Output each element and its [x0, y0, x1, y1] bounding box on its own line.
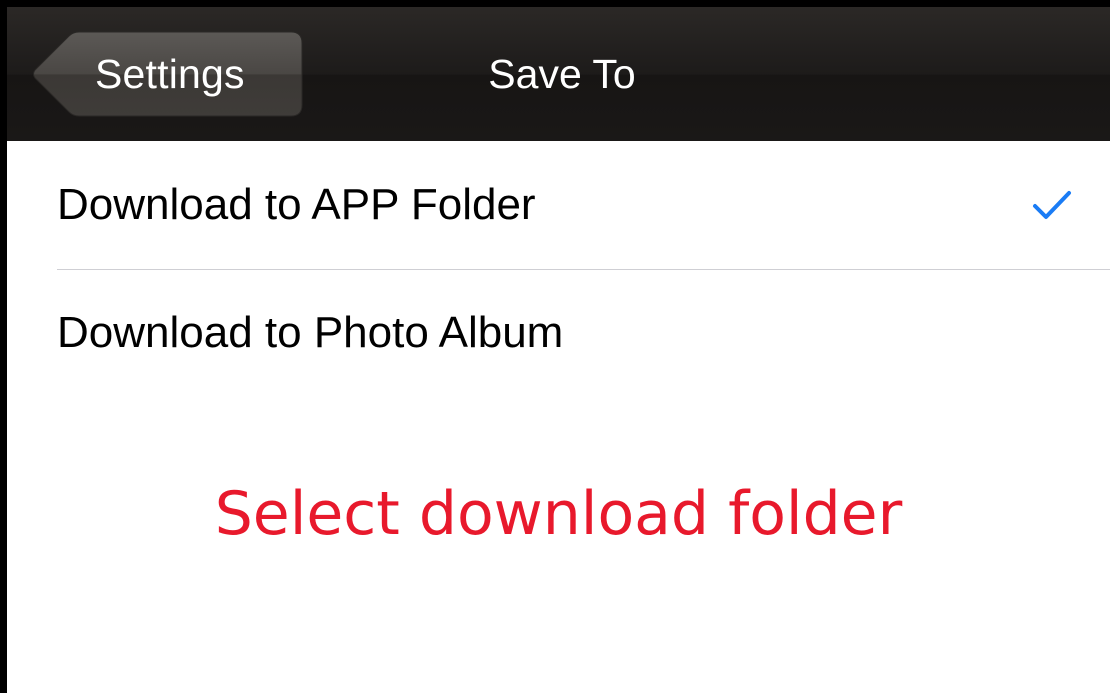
page-title: Save To	[488, 51, 636, 97]
navigation-bar: Settings Save To	[7, 7, 1110, 141]
checkmark-icon	[1033, 191, 1071, 219]
back-button-label: Settings	[95, 51, 245, 97]
option-label: Download to APP Folder	[57, 180, 536, 229]
annotation-caption: Select download folder	[214, 479, 903, 549]
save-location-list: Download to APP Folder Download to Photo…	[7, 141, 1110, 397]
option-app-folder[interactable]: Download to APP Folder	[7, 141, 1110, 269]
option-photo-album[interactable]: Download to Photo Album	[7, 269, 1110, 397]
back-button-settings[interactable]: Settings	[31, 31, 303, 117]
option-label: Download to Photo Album	[57, 308, 564, 357]
ios-settings-screen: Settings Save To Download to APP Folder …	[0, 0, 1110, 693]
